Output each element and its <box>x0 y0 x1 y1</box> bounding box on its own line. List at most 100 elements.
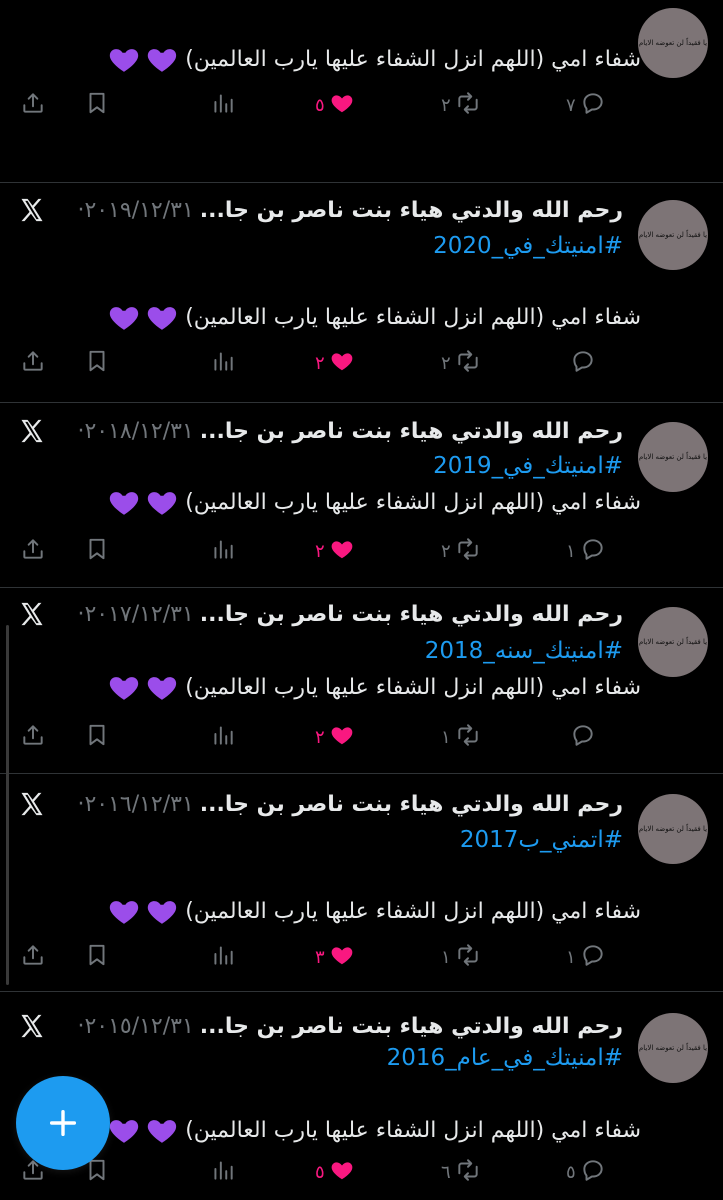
reply-button[interactable] <box>566 717 596 757</box>
hashtag-link[interactable]: #امنيتك_في_2020 <box>433 233 623 259</box>
bookmark-button[interactable] <box>84 531 110 571</box>
retweet-button[interactable]: ٢ <box>441 531 481 571</box>
retweet-icon <box>455 348 481 379</box>
scrollbar[interactable] <box>6 625 9 985</box>
retweet-icon <box>455 722 481 753</box>
like-icon <box>329 536 355 567</box>
tweet-actions: ٥ ٦ ٥ <box>0 1152 723 1192</box>
like-icon <box>329 722 355 753</box>
bookmark-icon <box>84 536 110 567</box>
tweet-date[interactable]: ٢٠١٨/١٢/٣١· <box>77 419 193 444</box>
avatar[interactable]: يا فقيداً لن تعوضه الايام <box>638 607 708 677</box>
avatar[interactable]: يا فقيداً لن تعوضه الايام <box>638 422 708 492</box>
tweet-item[interactable]: يا فقيداً لن تعوضه الايام#امنيتك_في_2021… <box>0 0 723 183</box>
reply-icon <box>570 348 596 379</box>
avatar[interactable]: يا فقيداً لن تعوضه الايام <box>638 200 708 270</box>
avatar[interactable]: يا فقيداً لن تعوضه الايام <box>638 1013 708 1083</box>
retweet-button[interactable]: ٦ <box>441 1152 481 1192</box>
reply-button[interactable] <box>566 343 596 383</box>
share-button[interactable] <box>20 343 46 383</box>
views-icon <box>210 1157 236 1188</box>
like-button[interactable]: ٢ <box>315 717 355 757</box>
author-name[interactable]: رحم الله والدتي هياء بنت ناصر بن جا... <box>200 1014 623 1039</box>
x-logo-icon <box>18 790 46 818</box>
tweet-text: شفاء امي (اللهم انزل الشفاء عليها يارب ا… <box>103 42 641 76</box>
views-button[interactable] <box>210 343 236 383</box>
author-name[interactable]: رحم الله والدتي هياء بنت ناصر بن جا... <box>200 792 623 817</box>
tweet-item[interactable]: يا فقيداً لن تعوضه الايام رحم الله والدت… <box>0 183 723 403</box>
tweet-date[interactable]: ٢٠١٦/١٢/٣١· <box>77 792 193 817</box>
like-icon <box>329 90 355 121</box>
share-button[interactable] <box>20 717 46 757</box>
share-button[interactable] <box>20 85 46 125</box>
reply-button[interactable]: ٥ <box>566 1152 606 1192</box>
reply-icon <box>580 536 606 567</box>
tweet-date[interactable]: ٢٠١٩/١٢/٣١· <box>77 198 193 223</box>
share-icon <box>20 90 46 121</box>
purple-heart-icon <box>148 49 177 72</box>
like-button[interactable]: ٢ <box>315 343 355 383</box>
hashtag-link[interactable]: #امنيتك_سنه_2018 <box>425 638 623 664</box>
views-button[interactable] <box>210 937 236 977</box>
purple-heart-icon <box>148 307 177 330</box>
like-button[interactable]: ٥ <box>315 85 355 125</box>
purple-heart-icon <box>148 492 177 515</box>
like-button[interactable]: ٣ <box>315 937 355 977</box>
avatar[interactable]: يا فقيداً لن تعوضه الايام <box>638 794 708 864</box>
emoji-group <box>103 670 179 704</box>
views-button[interactable] <box>210 717 236 757</box>
x-logo-icon <box>18 1012 46 1040</box>
author-name[interactable]: رحم الله والدتي هياء بنت ناصر بن جا... <box>200 198 623 223</box>
retweet-button[interactable]: ٢ <box>441 85 481 125</box>
tweet-item[interactable]: يا فقيداً لن تعوضه الايام رحم الله والدت… <box>0 774 723 992</box>
retweet-button[interactable]: ١ <box>441 717 481 757</box>
like-count: ٢ <box>315 352 325 374</box>
author-name[interactable]: رحم الله والدتي هياء بنت ناصر بن جا... <box>200 419 623 444</box>
reply-button[interactable]: ١ <box>566 531 606 571</box>
retweet-count: ٦ <box>441 1161 451 1183</box>
hashtag-link[interactable]: #امنيتك_في_2019 <box>433 453 623 479</box>
like-button[interactable]: ٥ <box>315 1152 355 1192</box>
retweet-button[interactable]: ٢ <box>441 343 481 383</box>
views-button[interactable] <box>210 531 236 571</box>
retweet-button[interactable]: ١ <box>441 937 481 977</box>
reply-count: ١ <box>566 946 576 968</box>
reply-button[interactable]: ١ <box>566 937 606 977</box>
reply-button[interactable]: ٧ <box>566 85 606 125</box>
avatar-text: يا فقيداً لن تعوضه الايام <box>638 1044 708 1052</box>
reply-icon <box>570 722 596 753</box>
x-logo-icon <box>18 196 46 224</box>
share-button[interactable] <box>20 531 46 571</box>
like-count: ٢ <box>315 726 325 748</box>
like-count: ٢ <box>315 540 325 562</box>
purple-heart-icon <box>110 677 139 700</box>
retweet-count: ٢ <box>441 540 451 562</box>
share-button[interactable] <box>20 937 46 977</box>
bookmark-button[interactable] <box>84 343 110 383</box>
tweet-date[interactable]: ٢٠١٧/١٢/٣١· <box>77 602 193 627</box>
tweet-item[interactable]: يا فقيداً لن تعوضه الايام رحم الله والدت… <box>0 588 723 774</box>
tweet-date[interactable]: ٢٠١٥/١٢/٣١· <box>77 1014 193 1039</box>
views-icon <box>210 536 236 567</box>
bookmark-button[interactable] <box>84 85 110 125</box>
hashtag-link[interactable]: #اتمني_ب2017 <box>460 827 623 853</box>
purple-heart-icon <box>110 307 139 330</box>
compose-tweet-button[interactable] <box>16 1076 110 1170</box>
purple-heart-icon <box>148 1120 177 1143</box>
tweet-body: شفاء امي (اللهم انزل الشفاء عليها يارب ا… <box>185 898 641 924</box>
bookmark-button[interactable] <box>84 717 110 757</box>
like-count: ٣ <box>315 946 325 968</box>
retweet-count: ١ <box>441 726 451 748</box>
views-button[interactable] <box>210 1152 236 1192</box>
avatar[interactable]: يا فقيداً لن تعوضه الايام <box>638 8 708 78</box>
bookmark-button[interactable] <box>84 937 110 977</box>
retweet-icon <box>455 536 481 567</box>
author-name[interactable]: رحم الله والدتي هياء بنت ناصر بن جا... <box>200 602 623 627</box>
tweet-item[interactable]: يا فقيداً لن تعوضه الايام رحم الله والدت… <box>0 403 723 588</box>
reply-icon <box>580 942 606 973</box>
views-button[interactable] <box>210 85 236 125</box>
tweet-item[interactable]: يا فقيداً لن تعوضه الايام رحم الله والدت… <box>0 992 723 1200</box>
like-button[interactable]: ٢ <box>315 531 355 571</box>
hashtag-link[interactable]: #امنيتك_في_عام_2016 <box>387 1045 623 1071</box>
tweet-text: شفاء امي (اللهم انزل الشفاء عليها يارب ا… <box>103 300 641 334</box>
